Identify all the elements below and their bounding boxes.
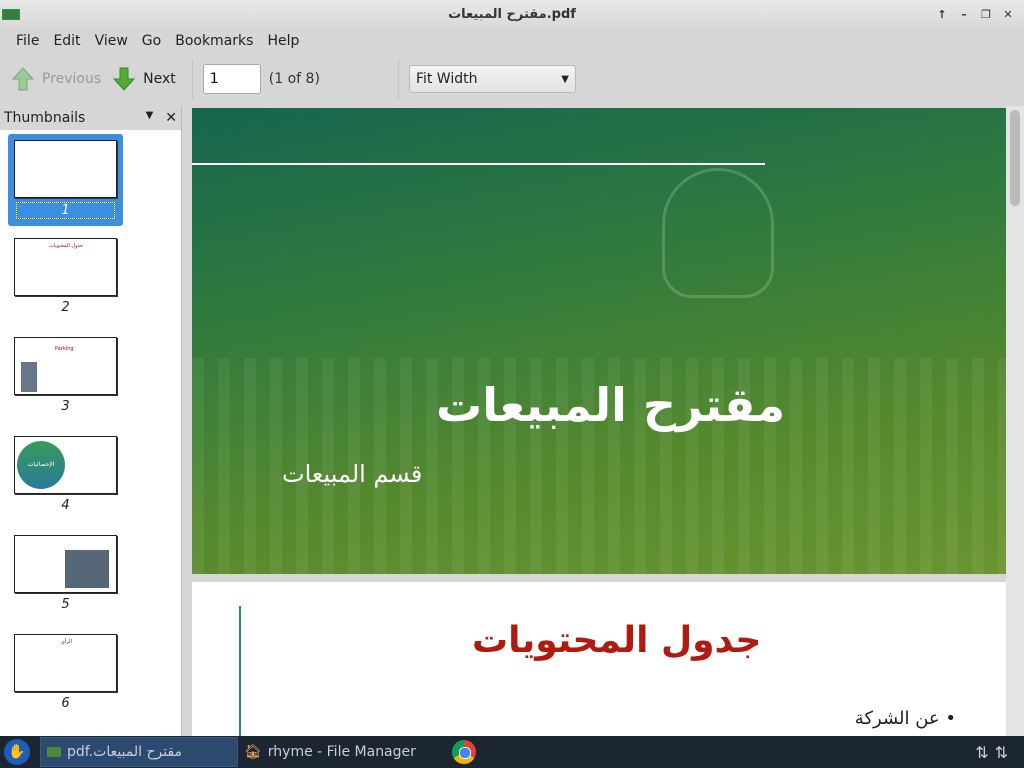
sidebar-title: Thumbnails: [4, 110, 86, 126]
task-pdf-viewer[interactable]: pdf.مقترح المبيعات: [40, 737, 238, 767]
previous-label: Previous: [42, 71, 102, 87]
close-button[interactable]: ✕: [998, 6, 1018, 23]
minimize-button[interactable]: –: [954, 6, 974, 23]
next-label: Next: [143, 71, 176, 87]
thumb-number: 5: [61, 597, 70, 612]
thumb-text: Parking: [55, 346, 74, 352]
divider-line: [192, 163, 765, 165]
thumbnail-page-3[interactable]: Parking 3: [8, 331, 123, 423]
page-2: جدول المحتويات • عن الشركة: [192, 582, 1006, 736]
thumb-text: الحل المقترح: [21, 548, 54, 555]
menu-go[interactable]: Go: [135, 30, 168, 54]
thumb-number: 4: [61, 498, 70, 513]
separator: [191, 59, 193, 99]
menu-help[interactable]: Help: [260, 30, 306, 54]
close-icon[interactable]: ✕: [165, 110, 177, 126]
previous-button[interactable]: Previous: [6, 67, 107, 91]
zoom-select[interactable]: Fit Width ▼: [408, 65, 576, 93]
page-count: (1 of 8): [268, 71, 320, 87]
thumbnail-page-2[interactable]: جدول المحتويات 2: [8, 232, 123, 324]
chevron-down-icon: ▼: [561, 73, 569, 85]
thumb-text: مقترح المبيعات: [45, 165, 90, 173]
sidebar-resize-handle[interactable]: [182, 106, 190, 736]
taskbar: ✋ pdf.مقترح المبيعات 🏠︎ rhyme - File Man…: [0, 736, 1024, 768]
chrome-icon[interactable]: [451, 740, 476, 764]
menu-file[interactable]: File: [9, 30, 46, 54]
thumb-number: 6: [61, 696, 70, 711]
separator: [397, 59, 399, 99]
slide-title: مقترح المبيعات: [436, 378, 786, 432]
thumbnail-page-6[interactable]: الرأي 6: [8, 628, 123, 720]
page-number-input[interactable]: [202, 64, 261, 94]
thumb-number: 3: [61, 399, 70, 414]
start-menu-icon[interactable]: ✋: [4, 739, 30, 765]
thumb-text: الرأي: [61, 639, 72, 645]
vertical-scrollbar[interactable]: [1006, 106, 1024, 736]
menu-view[interactable]: View: [88, 30, 135, 54]
bullet-item: • عن الشركة: [854, 708, 956, 729]
scrollbar-thumb[interactable]: [1010, 110, 1020, 206]
maximize-button[interactable]: ❐: [976, 6, 996, 23]
document-view[interactable]: مقترح المبيعات قسم المبيعات جدول المحتوي…: [190, 106, 1024, 736]
sidebar-menu-icon[interactable]: ▼: [146, 110, 154, 126]
task-file-manager[interactable]: 🏠︎ rhyme - File Manager: [238, 737, 422, 767]
shade-button[interactable]: ↑: [932, 6, 952, 23]
menu-bar: File Edit View Go Bookmarks Help: [0, 30, 1024, 54]
app-icon: [47, 747, 61, 757]
network-icon[interactable]: ⇅⇅: [975, 743, 1014, 762]
app-icon: [2, 9, 20, 20]
task-label: pdf.مقترح المبيعات: [67, 744, 183, 760]
home-icon: 🏠︎: [244, 744, 262, 760]
thumb-number: 1: [16, 202, 115, 219]
task-label: rhyme - File Manager: [267, 744, 416, 760]
lightbulb-graphic: [662, 168, 774, 298]
menu-bookmarks[interactable]: Bookmarks: [168, 30, 260, 54]
thumb-text: الإحصائيات: [17, 441, 65, 489]
slide-subtitle: قسم المبيعات: [282, 460, 423, 488]
thumbnail-page-5[interactable]: الحل المقترح 5: [8, 529, 123, 621]
thumb-number: 2: [61, 300, 70, 315]
zoom-value: Fit Width: [415, 71, 478, 87]
arrow-down-icon: [113, 67, 136, 91]
next-button[interactable]: Next: [107, 67, 182, 91]
thumb-text: جدول المحتويات: [49, 243, 84, 249]
arrow-up-icon: [12, 67, 34, 91]
thumbnail-page-4[interactable]: الإحصائيات 4: [8, 430, 123, 522]
window-title: مقترح المبيعات.pdf: [448, 7, 576, 22]
title-bar: مقترح المبيعات.pdf ↑ – ❐ ✕: [0, 0, 1024, 30]
slide-title: جدول المحتويات: [472, 620, 762, 661]
page-1: مقترح المبيعات قسم المبيعات: [192, 108, 1006, 574]
accent-bar: [239, 606, 241, 736]
thumbnails-sidebar: Thumbnails ▼ ✕ مقترح المبيعات 1 جدول الم…: [0, 106, 182, 736]
menu-edit[interactable]: Edit: [46, 30, 87, 54]
toolbar: Previous Next (1 of 8) Fit Width ▼: [0, 54, 1024, 104]
thumbnail-page-1[interactable]: مقترح المبيعات 1: [8, 134, 123, 226]
